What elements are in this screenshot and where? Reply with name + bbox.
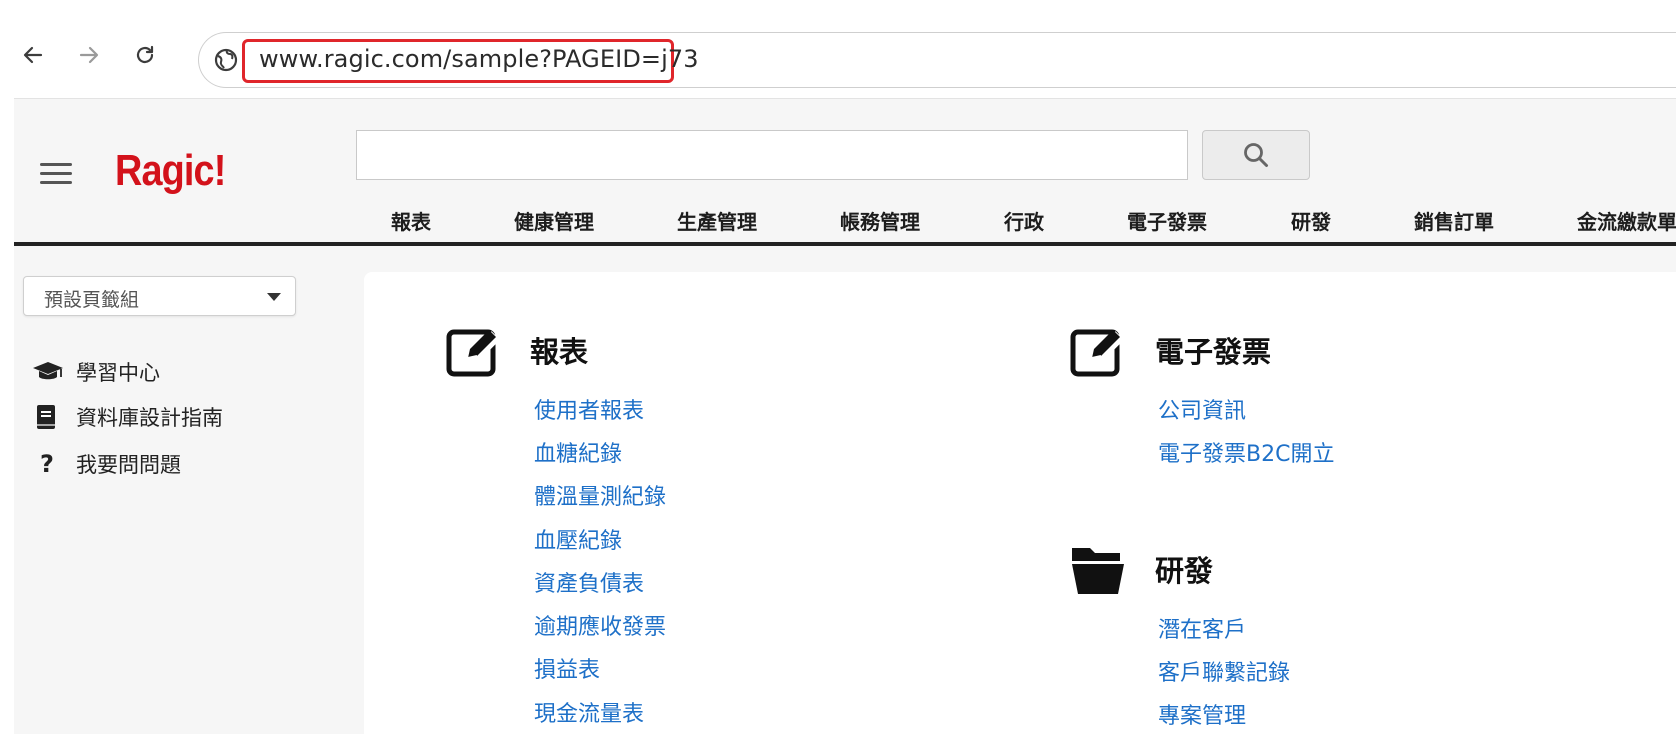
tab-accounting[interactable]: 帳務管理 [840, 206, 920, 235]
tab-e-invoice[interactable]: 電子發票 [1127, 206, 1207, 235]
sidebar-link-db-design-guide[interactable]: 資料庫設計指南 [32, 402, 223, 432]
sheet-link[interactable]: 客戶聯繫記錄 [1158, 655, 1290, 687]
tab-payment-slips[interactable]: 金流繳款單 [1577, 206, 1676, 235]
sheet-link[interactable]: 使用者報表 [534, 393, 644, 425]
forward-arrow-icon[interactable] [74, 40, 104, 70]
search-icon [1244, 143, 1268, 167]
ragic-logo[interactable]: Ragic! [115, 146, 226, 196]
sheet-link[interactable]: 逾期應收發票 [534, 609, 666, 641]
sheet-link[interactable]: 血糖紀錄 [534, 436, 622, 468]
search-button[interactable] [1202, 130, 1310, 180]
edit-icon [446, 329, 501, 377]
sidebar-link-ask-question[interactable]: ? 我要問問題 [32, 449, 181, 479]
search-input[interactable] [356, 130, 1188, 180]
back-arrow-icon[interactable] [18, 40, 48, 70]
sidebar-link-label: 我要問問題 [76, 453, 181, 477]
sheet-link[interactable]: 電子發票B2C開立 [1158, 436, 1334, 468]
tab-admin[interactable]: 行政 [1004, 206, 1044, 235]
tab-health[interactable]: 健康管理 [514, 206, 594, 235]
tab-reports[interactable]: 報表 [391, 206, 431, 235]
tabset-select[interactable]: 預設頁籤組 [23, 276, 296, 316]
question-icon: ? [40, 450, 54, 478]
tabset-select-value: 預設頁籤組 [44, 289, 140, 311]
sheet-link[interactable]: 公司資訊 [1158, 393, 1246, 425]
sheet-link[interactable]: 現金流量表 [534, 696, 644, 728]
reload-icon[interactable] [130, 40, 160, 70]
site-info-icon[interactable] [213, 47, 239, 73]
hamburger-menu-icon[interactable] [40, 163, 72, 185]
sheet-link[interactable]: 潛在客戶 [1158, 612, 1246, 644]
graduation-cap-icon [32, 357, 68, 387]
caret-down-icon [267, 293, 281, 301]
sheet-link[interactable]: 血壓紀錄 [534, 523, 622, 555]
tab-rnd[interactable]: 研發 [1291, 206, 1331, 235]
sheet-link[interactable]: 資產負債表 [534, 566, 644, 598]
sidebar-link-label: 資料庫設計指南 [76, 406, 223, 430]
sidebar-link-learning-center[interactable]: 學習中心 [32, 357, 160, 387]
section-title-rnd: 研發 [1155, 554, 1214, 588]
book-icon [32, 402, 68, 432]
folder-open-icon [1072, 548, 1124, 594]
tab-production[interactable]: 生產管理 [677, 206, 757, 235]
edit-icon [1070, 329, 1125, 377]
section-title-e-invoice: 電子發票 [1155, 335, 1272, 369]
section-title-reports: 報表 [530, 335, 589, 369]
sidebar-link-label: 學習中心 [76, 361, 160, 385]
sheet-link[interactable]: 專案管理 [1158, 698, 1246, 730]
sheet-link[interactable]: 損益表 [534, 652, 600, 684]
sheet-link[interactable]: 體溫量測紀錄 [534, 479, 666, 511]
url-text[interactable]: www.ragic.com/sample?PAGEID=j73 [259, 45, 699, 73]
tab-sales-orders[interactable]: 銷售訂單 [1414, 206, 1494, 235]
